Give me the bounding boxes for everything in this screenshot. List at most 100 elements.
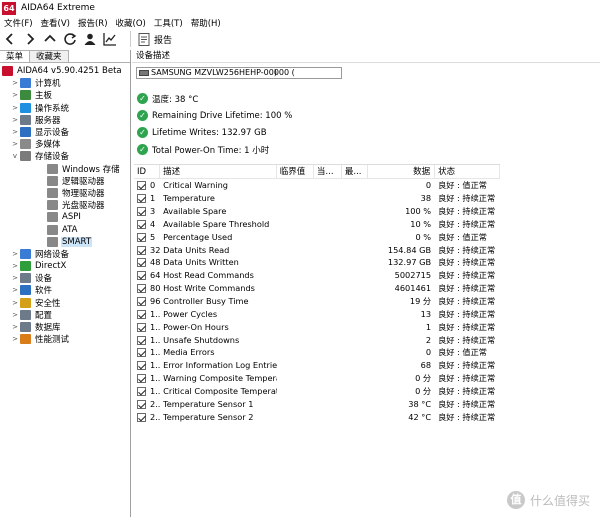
device-selector[interactable]: SAMSUNG MZVLW256HEHP-00000 ( ) — [136, 67, 342, 79]
chevron-right-icon[interactable]: > — [11, 140, 19, 148]
checkbox[interactable] — [137, 194, 146, 204]
table-row[interactable]: 4 Available Spare Threshold 10 % 良好 : 持续正常 — [134, 218, 500, 231]
menu-view[interactable]: 查看(V) — [37, 17, 74, 29]
chevron-right-icon[interactable]: > — [11, 128, 19, 136]
forward-button[interactable] — [20, 30, 40, 48]
chevron-right-icon[interactable]: > — [11, 104, 19, 112]
table-row[interactable]: 5 Percentage Used 0 % 良好 : 值正常 — [134, 230, 500, 243]
tree-item[interactable]: > 多媒体 — [0, 138, 130, 150]
menu-report[interactable]: 报告(R) — [74, 17, 112, 29]
tree-item[interactable]: > DirectX — [0, 260, 130, 272]
chevron-right-icon[interactable]: > — [11, 79, 19, 87]
back-button[interactable] — [0, 30, 20, 48]
tree-item[interactable]: > 性能测试 — [0, 333, 130, 345]
tree-item[interactable]: > 数据库 — [0, 321, 130, 333]
column-threshold[interactable]: 临界值 — [277, 164, 314, 179]
menu-tools[interactable]: 工具(T) — [150, 17, 187, 29]
tab-menu[interactable]: 菜单 — [0, 50, 31, 62]
tree-item[interactable]: > 设备 — [0, 272, 130, 284]
column-data[interactable]: 数据 — [368, 164, 436, 179]
column-id[interactable]: ID — [134, 164, 161, 179]
tree-item[interactable]: AIDA64 v5.90.4251 Beta — [0, 65, 130, 77]
refresh-button[interactable] — [60, 30, 80, 48]
user-button[interactable] — [80, 30, 100, 48]
checkbox[interactable] — [137, 361, 146, 371]
checkbox[interactable] — [137, 399, 146, 409]
tree-item[interactable]: > 显示设备 — [0, 126, 130, 138]
tab-favorites[interactable]: 收藏夹 — [29, 50, 69, 62]
table-row[interactable]: 1...Power Cycles 13 良好 : 持续正常 — [134, 307, 500, 320]
checkbox[interactable] — [137, 232, 146, 242]
chevron-right-icon[interactable]: > — [11, 286, 19, 294]
tree-item[interactable]: > 安全性 — [0, 297, 130, 309]
checkbox[interactable] — [137, 386, 146, 396]
table-row[interactable]: 3 Available Spare 100 % 良好 : 持续正常 — [134, 205, 500, 218]
chevron-right-icon[interactable]: > — [11, 116, 19, 124]
tree-item[interactable]: Windows 存储 — [0, 163, 130, 175]
menu-favorites[interactable]: 收藏(O) — [112, 17, 150, 29]
tree-item[interactable]: 逻辑驱动器 — [0, 175, 130, 187]
tree-item[interactable]: ATA — [0, 223, 130, 235]
chevron-right-icon[interactable]: > — [11, 250, 19, 258]
tree-item[interactable]: > 配置 — [0, 309, 130, 321]
checkbox[interactable] — [137, 284, 146, 294]
cell-data: 38 °C — [408, 398, 432, 409]
table-row[interactable]: 1...Warning Composite Temperatu... 0 分良好 … — [134, 372, 500, 385]
table-row[interactable]: 1...Power-On Hours 1 良好 : 持续正常 — [134, 320, 500, 333]
column-status[interactable]: 状态 — [435, 164, 500, 179]
column-description[interactable]: 描述 — [160, 164, 277, 179]
checkbox[interactable] — [137, 348, 146, 358]
report-button[interactable]: 报告 — [135, 30, 175, 48]
tree-item[interactable]: > 操作系统 — [0, 102, 130, 114]
chevron-right-icon[interactable]: > — [11, 323, 19, 331]
column-worst[interactable]: 最... — [342, 164, 369, 179]
checkbox[interactable] — [137, 335, 146, 345]
table-row[interactable]: 2...Temperature Sensor 2 42 °C 良好 : 持续正常 — [134, 410, 500, 423]
menu-help[interactable]: 帮助(H) — [187, 17, 225, 29]
menu-file[interactable]: 文件(F) — [0, 17, 37, 29]
chevron-right-icon[interactable]: > — [11, 274, 19, 282]
table-row[interactable]: 1...Unsafe Shutdowns 2 良好 : 持续正常 — [134, 333, 500, 346]
table-row[interactable]: 2...Temperature Sensor 1 38 °C 良好 : 持续正常 — [134, 397, 500, 410]
checkbox[interactable] — [137, 219, 146, 229]
checkbox[interactable] — [137, 207, 146, 217]
checkbox[interactable] — [137, 181, 146, 191]
tree-item[interactable]: v 存储设备 — [0, 150, 130, 162]
chevron-right-icon[interactable]: > — [11, 311, 19, 319]
column-current[interactable]: 当... — [314, 164, 342, 179]
checkbox[interactable] — [137, 374, 146, 384]
table-row[interactable]: 1 Temperature 38 良好 : 持续正常 — [134, 192, 500, 205]
tree-item[interactable]: > 网络设备 — [0, 248, 130, 260]
chevron-right-icon[interactable]: > — [11, 262, 19, 270]
chevron-right-icon[interactable]: > — [11, 91, 19, 99]
chart-button[interactable] — [100, 30, 120, 48]
chevron-right-icon[interactable]: > — [11, 335, 19, 343]
checkbox[interactable] — [137, 412, 146, 422]
table-row[interactable]: 64 Host Read Commands 5002715 良好 : 持续正常 — [134, 269, 500, 282]
tree-item[interactable]: > 主板 — [0, 89, 130, 101]
tree-item[interactable]: 物理驱动器 — [0, 187, 130, 199]
chevron-down-icon[interactable]: v — [11, 152, 19, 160]
table-row[interactable]: 96 Controller Busy Time 19 分良好 : 持续正常 — [134, 295, 500, 308]
tree-item[interactable]: SMART — [0, 236, 130, 248]
table-row[interactable]: 1...Media Errors 0 良好 : 值正常 — [134, 346, 500, 359]
checkbox[interactable] — [137, 258, 146, 268]
table-row[interactable]: 1...Error Information Log Entries 68 良好 : … — [134, 359, 500, 372]
chevron-right-icon[interactable]: > — [11, 299, 19, 307]
table-row[interactable]: 0 Critical Warning 0 良好 : 值正常 — [134, 179, 500, 192]
table-row[interactable]: 1...Critical Composite Temperatur... 0 分良… — [134, 385, 500, 398]
table-row[interactable]: 32 Data Units Read 154.84 GB 良好 : 持续正常 — [134, 243, 500, 256]
checkbox[interactable] — [137, 271, 146, 281]
checkbox[interactable] — [137, 309, 146, 319]
tree-item[interactable]: > 计算机 — [0, 77, 130, 89]
table-row[interactable]: 48 Data Units Written 132.97 GB 良好 : 持续正常 — [134, 256, 500, 269]
checkbox[interactable] — [137, 297, 146, 307]
checkbox[interactable] — [137, 245, 146, 255]
table-row[interactable]: 80 Host Write Commands 4601461 良好 : 持续正常 — [134, 282, 500, 295]
tree-item[interactable]: > 软件 — [0, 284, 130, 296]
checkbox[interactable] — [137, 322, 146, 332]
tree-item[interactable]: ASPI — [0, 211, 130, 223]
up-button[interactable] — [40, 30, 60, 48]
tree-item[interactable]: > 服务器 — [0, 114, 130, 126]
tree-item[interactable]: 光盘驱动器 — [0, 199, 130, 211]
